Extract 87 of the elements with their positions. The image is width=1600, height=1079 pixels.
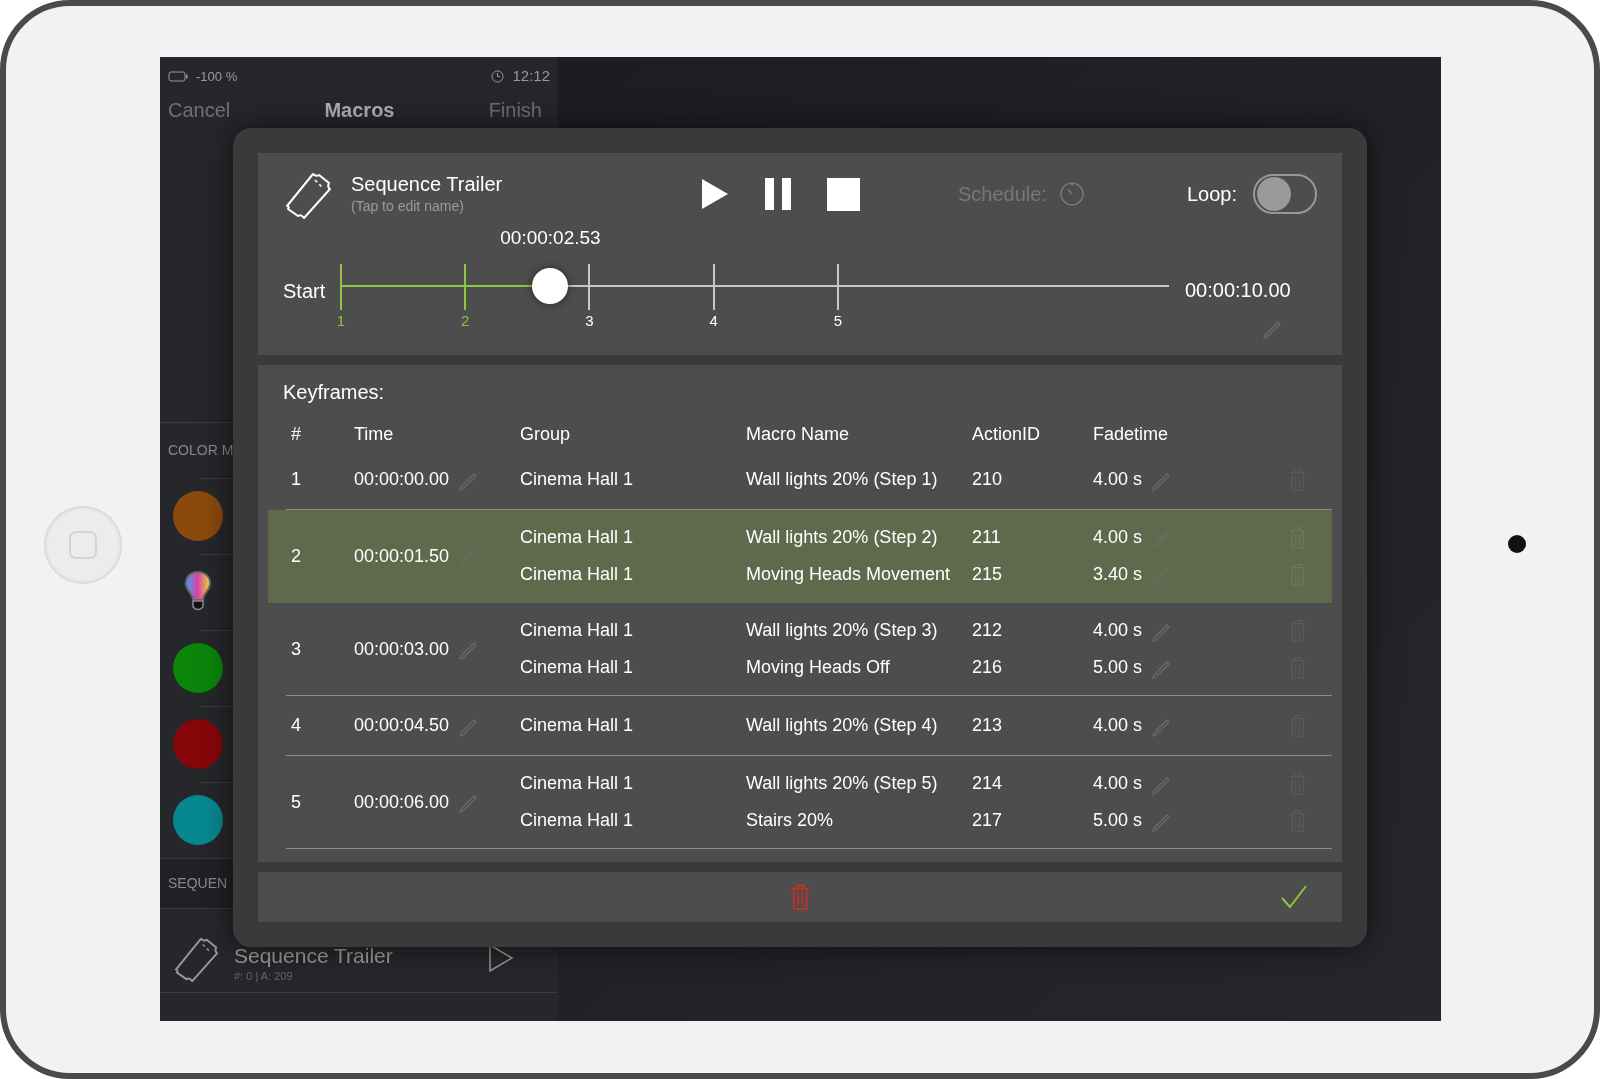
keyframe-number: 3: [290, 637, 302, 661]
section-label: COLOR M: [168, 440, 234, 460]
column-header: Macro Name: [746, 423, 851, 446]
keyframe-marker: [340, 264, 342, 310]
pause-icon[interactable]: [765, 178, 791, 210]
fadetime-cell-text: 4.00 s: [1093, 772, 1143, 795]
fadetime-cell-text: 4.00 s: [1093, 714, 1143, 737]
fadetime-cell-text: 3.40 s: [1093, 563, 1143, 586]
stop-icon[interactable]: [827, 177, 860, 211]
fadetime-cell-text: 5.00 s: [1093, 809, 1143, 832]
macro-name-cell-text: Wall lights 20% (Step 5): [746, 772, 939, 795]
keyframe-row[interactable]: 4 00:00:04.50 Cinema Hall 1 Wall lights 20% (Step 4) 213 4.00 s: [268, 696, 1332, 756]
status-time: 12:12: [512, 66, 550, 86]
color-swatch[interactable]: [172, 643, 223, 693]
column-header: Group: [520, 423, 572, 446]
keyframes-title: Keyframes:: [282, 380, 386, 405]
end-time: 00:00:10.00: [1185, 278, 1291, 303]
group-cell-text: Cinema Hall 1: [520, 619, 635, 642]
macro-name-cell-text: Moving Heads Off: [746, 656, 891, 679]
keyframe-time: 00:00:06.00: [354, 790, 450, 814]
nav-title: Macros: [324, 97, 395, 123]
edit-name-hint: (Tap to edit name): [351, 196, 465, 216]
checkmark-icon[interactable]: [1280, 884, 1308, 910]
section-label: SEQUEN: [168, 873, 228, 893]
start-label: Start: [283, 279, 327, 304]
action-id-cell-text: 213: [972, 714, 1004, 737]
marker-number: 4: [709, 311, 718, 331]
action-id-cell-text: 215: [972, 563, 1004, 586]
keyframe-time: 00:00:03.00: [354, 637, 450, 661]
macro-name-cell-text: Wall lights 20% (Step 2): [746, 526, 939, 549]
column-header: Time: [354, 423, 395, 446]
fadetime-cell-text: 4.00 s: [1093, 468, 1143, 491]
keyframe-number: 2: [290, 544, 302, 568]
keyframe-row[interactable]: 2 00:00:01.50 Cinema Hall 1 Wall lights 20% (Step 2) 211 4.00 s Cinema Hall 1 Moving Heads Movement 215 3.40 s: [268, 510, 1332, 603]
fadetime-cell-text: 5.00 s: [1093, 656, 1143, 679]
action-id-cell-text: 214: [972, 772, 1004, 795]
keyframe-row[interactable]: 5 00:00:06.00 Cinema Hall 1 Wall lights 20% (Step 5) 214 4.00 s Cinema Hall 1 Stairs 20% 217 5.00 s: [268, 756, 1332, 849]
color-swatch[interactable]: [172, 795, 223, 845]
group-cell-text: Cinema Hall 1: [520, 563, 635, 586]
keyframe-number: 5: [290, 790, 302, 814]
play-icon[interactable]: [701, 178, 729, 210]
column-header: Fadetime: [1093, 423, 1170, 446]
timer-icon[interactable]: [1058, 181, 1085, 207]
battery-level: -100 %: [196, 67, 238, 86]
macro-name-cell-text: Wall lights 20% (Step 4): [746, 714, 939, 737]
keyframe-time: 00:00:04.50: [354, 714, 450, 737]
marker-number: 2: [461, 311, 470, 331]
keyframe-number: 4: [290, 714, 302, 737]
fadetime-cell-text: 4.00 s: [1093, 526, 1143, 549]
action-id-cell-text: 217: [972, 809, 1004, 832]
position-time: 00:00:02.53: [500, 226, 601, 250]
sequence-title[interactable]: Sequence Trailer: [351, 171, 671, 196]
group-cell-text: Cinema Hall 1: [520, 809, 635, 832]
group-cell-text: Cinema Hall 1: [520, 656, 635, 679]
keyframe-number: 1: [290, 468, 302, 491]
color-swatch[interactable]: [172, 719, 223, 769]
keyframe-row[interactable]: 3 00:00:03.00 Cinema Hall 1 Wall lights 20% (Step 3) 212 4.00 s Cinema Hall 1 Moving Heads Off 216 5.00 s: [268, 603, 1332, 696]
sequence-meta: #: 0 | A: 209: [234, 968, 294, 984]
fadetime-cell-text: 4.00 s: [1093, 619, 1143, 642]
group-cell-text: Cinema Hall 1: [520, 526, 635, 549]
loop-toggle[interactable]: [1253, 174, 1317, 214]
macro-name-cell-text: Stairs 20%: [746, 809, 835, 832]
column-header: #: [290, 423, 302, 446]
timeline-thumb[interactable]: [532, 268, 569, 304]
battery-icon: [168, 70, 188, 82]
action-id-cell-text: 211: [972, 526, 1002, 549]
action-id-cell-text: 212: [972, 619, 1004, 642]
color-swatch[interactable]: [172, 491, 223, 541]
marker-number: 5: [833, 311, 842, 331]
camera-icon: [1508, 535, 1526, 553]
group-cell-text: Cinema Hall 1: [520, 772, 635, 795]
clock-icon: [491, 69, 505, 83]
macro-name-cell-text: Moving Heads Movement: [746, 563, 952, 586]
group-cell-text: Cinema Hall 1: [520, 468, 635, 491]
keyframe-time: 00:00:00.00: [354, 468, 450, 491]
macro-name-cell-text: Wall lights 20% (Step 1): [746, 468, 939, 491]
marker-number: 1: [336, 311, 346, 331]
group-cell-text: Cinema Hall 1: [520, 714, 635, 737]
keyframe-time: 00:00:01.50: [354, 544, 450, 568]
sequence-name[interactable]: Sequence Trailer: [234, 943, 476, 968]
action-id-cell-text: 210: [972, 468, 1004, 491]
action-id-cell-text: 216: [972, 656, 1004, 679]
marker-number: 3: [585, 311, 594, 331]
macro-name-cell-text: Wall lights 20% (Step 3): [746, 619, 939, 642]
column-header: ActionID: [972, 423, 1042, 446]
keyframe-marker: [464, 264, 467, 310]
loop-label: Loop:: [1186, 182, 1237, 207]
